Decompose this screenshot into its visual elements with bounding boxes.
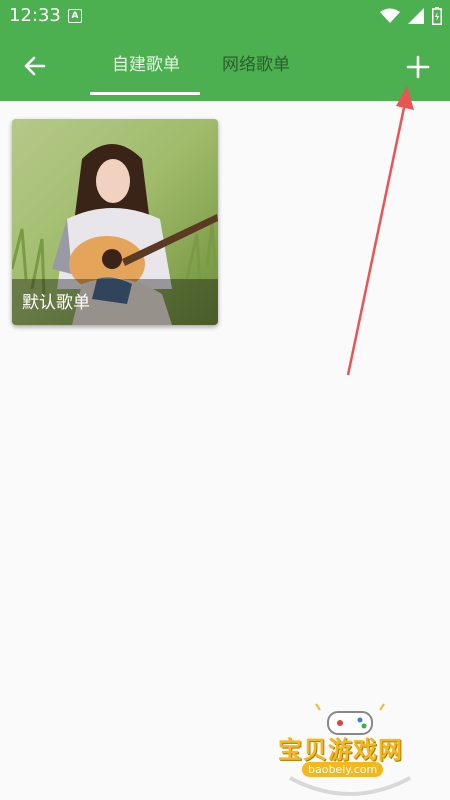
watermark-url: baobeiy.com bbox=[302, 762, 384, 777]
add-icon[interactable] bbox=[404, 53, 432, 81]
wifi-icon bbox=[380, 8, 400, 23]
annotation-arrow-icon bbox=[346, 86, 414, 376]
status-bar: 12:33 A bbox=[0, 0, 450, 32]
tab-custom-playlists[interactable]: 自建歌单 bbox=[110, 52, 182, 82]
playlist-title: 默认歌单 bbox=[22, 293, 90, 313]
playlist-card[interactable]: 默认歌单 bbox=[12, 119, 218, 325]
status-time: 12:33 bbox=[9, 5, 61, 26]
back-arrow-icon[interactable] bbox=[20, 51, 50, 81]
tab-indicator bbox=[90, 92, 200, 95]
watermark: 宝贝游戏网 baobeiy.com bbox=[270, 700, 430, 800]
status-icons bbox=[380, 6, 442, 26]
watermark-title: 宝贝游戏网 bbox=[278, 736, 403, 764]
battery-icon bbox=[432, 7, 442, 25]
notification-icon: A bbox=[68, 9, 82, 23]
tab-online-playlists[interactable]: 网络歌单 bbox=[220, 52, 292, 82]
signal-icon bbox=[408, 8, 424, 24]
